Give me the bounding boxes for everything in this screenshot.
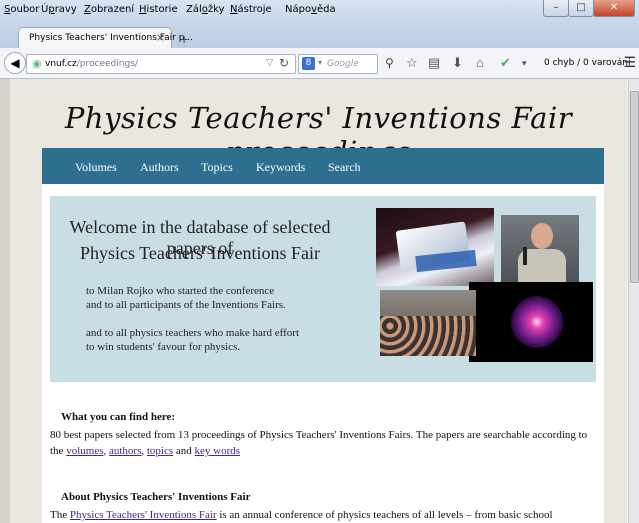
url-dropdown-icon[interactable]: ▽ [266,58,273,68]
link-volumes[interactable]: volumes [66,445,103,457]
link-key-words[interactable]: key words [195,445,241,457]
menu-zobrazeni[interactable]: Zobrazení [84,4,134,15]
maximize-button[interactable]: □ [568,0,594,17]
main-navigation: Volumes Authors Topics Keywords Search [42,148,604,184]
tab-title: Physics Teachers' Inventions Fair p... [29,33,194,43]
menu-soubor[interactable]: Soubor [4,4,39,15]
speaker-photo [501,215,579,285]
search-engine-dropdown-icon[interactable]: ▾ [318,58,322,67]
left-gutter [0,79,10,523]
search-icon[interactable]: ⚲ [385,56,394,70]
tab-close-icon[interactable]: × [156,31,165,44]
nav-search[interactable]: Search [328,160,361,175]
home-icon[interactable]: ⌂ [476,55,484,70]
nav-topics[interactable]: Topics [201,160,233,175]
what-paragraph: 80 best papers selected from 13 proceedi… [50,429,588,457]
nav-keywords[interactable]: Keywords [256,160,305,175]
link-inventions-fair[interactable]: Physics Teachers' Inventions Fair [70,509,217,521]
plasma-ball-photo [469,282,593,362]
validator-check-icon[interactable]: ✔ [500,55,511,71]
what-heading: What you can find here: [61,411,176,423]
nav-volumes[interactable]: Volumes [75,160,117,175]
validator-dropdown-icon[interactable]: ▾ [522,58,527,69]
welcome-panel: Welcome in the database of selected pape… [50,196,596,382]
nav-authors[interactable]: Authors [140,160,179,175]
search-bar[interactable]: 8 ▾ Google ⚲ [298,54,394,74]
navigation-toolbar: ◀ ◉ vnuf.cz/proceedings/ ▽ ↻ 8 ▾ Google … [0,48,639,79]
back-button[interactable]: ◀ [4,52,26,74]
dedication-line: to Milan Rojko who started the conferenc… [86,285,275,297]
tab-strip: Physics Teachers' Inventions Fair p... ×… [0,20,639,49]
about-paragraph: The Physics Teachers' Inventions Fair is… [50,509,553,521]
url-bar[interactable]: ◉ vnuf.cz/proceedings/ ▽ ↻ [26,54,296,74]
scrollbar-thumb[interactable] [630,91,639,283]
web-page: Physics Teachers' Inventions Fair procee… [10,79,627,523]
content-area: Welcome in the database of selected pape… [42,184,604,523]
reading-list-icon[interactable]: ▤ [428,55,440,71]
experiment-photo [376,208,494,286]
audience-photo [380,290,476,356]
dedication-line: to win students' favour for physics. [86,341,241,353]
validator-status: 0 chyb / 0 varování [544,58,631,68]
google-icon: 8 [302,57,315,70]
window-close-button[interactable]: ✕ [593,0,635,17]
minimize-button[interactable]: – [543,0,569,17]
reload-icon[interactable]: ↻ [279,56,289,70]
new-tab-button[interactable]: + [180,31,188,47]
window-controls: – □ ✕ [543,0,635,18]
welcome-heading-line2: Physics Teachers' Inventions Fair [79,243,321,263]
globe-icon: ◉ [32,57,42,70]
menu-upravy[interactable]: Úpravy [41,4,77,15]
downloads-icon[interactable]: ⬇ [452,55,463,71]
menu-historie[interactable]: Historie [139,4,178,15]
hamburger-menu-icon[interactable]: ☰ [623,54,636,71]
about-heading: About Physics Teachers' Inventions Fair [61,491,251,503]
menu-napoveda[interactable]: Nápověda [285,4,336,15]
dedication-line: and to all physics teachers who make har… [86,327,300,339]
menu-bar: Soubor Úpravy Zobrazení Historie Záložky… [0,0,639,20]
search-placeholder: Google [327,59,359,69]
link-topics[interactable]: topics [147,445,173,457]
page-scrollbar[interactable] [628,79,639,523]
menu-zalozky[interactable]: Záložky [186,4,225,15]
dedication-line: and to all participants of the Invention… [86,299,286,311]
link-authors[interactable]: authors [109,445,141,457]
menu-nastroje[interactable]: Nástroje [230,4,272,15]
url-text: vnuf.cz/proceedings/ [45,59,138,69]
browser-tab[interactable]: Physics Teachers' Inventions Fair p... × [18,27,193,49]
bookmark-star-icon[interactable]: ☆ [406,55,418,71]
